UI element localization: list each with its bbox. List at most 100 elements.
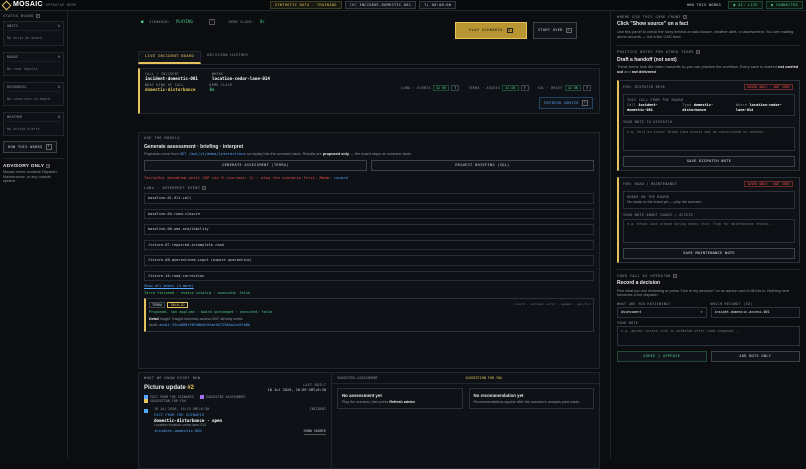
weather-empty: No active alerts xyxy=(7,124,60,133)
luna-help-icon: ? xyxy=(451,85,459,91)
maint-note-input[interactable] xyxy=(623,219,795,243)
play-key-icon: ▶ xyxy=(507,28,513,34)
beat-item[interactable]: fixture-08-quarantined-input (expect qua… xyxy=(144,255,594,265)
beat-item[interactable]: baseline-01-911-call xyxy=(144,193,594,203)
show-source-button[interactable]: SHOW SOURCE xyxy=(304,429,326,434)
picture-title: Picture update #2 xyxy=(144,385,194,393)
fact-source-type: FACT FROM THE SCENARIO xyxy=(154,413,326,417)
ai-live-badge: ● AI: LIVE xyxy=(728,1,763,9)
recommendation-text: Recommendations appear after the scenari… xyxy=(474,400,590,404)
dispatch-context-label: THIS CALL FROM THE BOARD xyxy=(627,98,791,102)
status-board-label: STATUS BOARD? xyxy=(3,14,64,18)
terra-count: 42 OK xyxy=(502,85,518,91)
result-card: TERRA INVALID record · outcome: error · … xyxy=(144,298,594,332)
dispatch-note-label: YOUR NOTE TO DISPATCH xyxy=(623,120,795,124)
practice-label: PRACTICE NOTES FOR OTHER TEAMS? xyxy=(617,50,800,54)
scenario-value: PLAYING xyxy=(176,19,193,24)
terra-label: TERRA · ASSESS xyxy=(468,86,500,90)
record-input[interactable]: insight-domestic-access-001 xyxy=(711,307,801,317)
maint-context-text: No roads on the board yet — play the sce… xyxy=(627,200,791,204)
dispatch-for: FOR: DISPATCH DESK xyxy=(623,85,665,89)
dispatch-form: FOR: DISPATCH DESK SAVED ONLY · NOT SENT… xyxy=(617,80,800,171)
beat-item[interactable]: baseline-06-wms-availability xyxy=(144,224,594,234)
beat-item[interactable]: fixture-10-road-correction xyxy=(144,271,594,281)
demo-clock-label: DEMO CLOCK: xyxy=(229,20,254,24)
call-value: incident-domestic-001 xyxy=(145,76,198,81)
beat-item[interactable]: fixture-07-repaired-incomplete-road xyxy=(144,240,594,250)
how-works-button[interactable]: HOW THIS WORKS? xyxy=(3,141,57,153)
terra-help-icon: ? xyxy=(521,85,529,91)
right-panel: WHERE DID THIS CORE FRONT? Click "Show s… xyxy=(610,11,806,458)
fact-kind: INCIDENT xyxy=(310,407,326,411)
maintenance-form: FOR: ROAD / MAINTENANCE SAVED ONLY · NOT… xyxy=(617,177,800,263)
units-count: 0 xyxy=(58,24,60,28)
fact-item: 18 Jul 2026, 16:15 GMT+6:30INCIDENT FACT… xyxy=(144,407,326,434)
practice-text: These forms look like intern handoffs so… xyxy=(617,65,800,75)
result-detail: Detail Insight "insight-domestic-access-… xyxy=(149,317,590,321)
decision-note-input[interactable] xyxy=(617,326,800,346)
mode-badge: SYNTHETIC DATA · TRAINING xyxy=(270,1,342,9)
brand: MOSAIC OPERATOR DEMO xyxy=(0,1,270,10)
fact-location: Location location-cedar-lane-014 xyxy=(154,423,326,427)
assessment-card: No assessment yet Play the scenario, the… xyxy=(337,388,463,409)
luna-count: 42 OK xyxy=(433,85,449,91)
start-over-button[interactable]: START OVER↺ xyxy=(533,22,577,39)
play-scenario-button[interactable]: PLAY SCENARIO▶ xyxy=(455,22,527,39)
ask-description: Payloads come from GET /api/v1/demo/inte… xyxy=(144,152,594,157)
resources-panel: RESOURCES0 No resources on board xyxy=(3,82,64,106)
assessment-title: No assessment yet xyxy=(342,393,458,399)
help-icon: ? xyxy=(683,15,687,19)
scenario-label: SCENARIO: xyxy=(149,20,170,24)
decision-title: Record a decision xyxy=(617,280,800,286)
fact-incident-link[interactable]: incident-domestic-001 xyxy=(154,429,202,434)
clock-badge: T+ 00:08:00 xyxy=(419,1,456,9)
resources-count: 0 xyxy=(58,85,60,89)
brand-name: MOSAIC xyxy=(13,1,43,10)
tab-decision-history[interactable]: DECISION HISTORY xyxy=(201,51,254,64)
brand-subtitle: OPERATOR DEMO xyxy=(46,3,76,7)
maint-context: ROADS ON THE BOARD No roads on the board… xyxy=(623,191,795,209)
result-model-tag: TERRA xyxy=(149,302,165,308)
roads-title: ROADS xyxy=(7,55,18,59)
result-meta: record · outcome: error · appeal · gen-0… xyxy=(514,303,590,307)
advisory-text: Mosaic never contacts Dispatch, Maintena… xyxy=(3,170,64,184)
show-all-beats-link[interactable]: Show all beats (4 more) xyxy=(144,284,594,288)
picture-section: WHAT WE KNOW RIGHT NOW Picture update #2… xyxy=(138,372,600,469)
help-icon: ? xyxy=(209,19,215,25)
dispatch-note-input[interactable] xyxy=(623,127,795,151)
tab-live-incident-board[interactable]: LIVE INCIDENT BOARD xyxy=(138,51,201,64)
generate-assessment-button[interactable]: GENERATE ASSESSMENT (TERRA) xyxy=(144,160,367,170)
units-title: UNITS xyxy=(7,24,18,28)
how-works-link[interactable]: HOW THIS WORKS xyxy=(683,2,726,8)
dispatch-saved-badge: SAVED ONLY · NOT SENT xyxy=(744,84,793,90)
model-status: LUNA · EVENTS 42 OK? TERRA · ASSESS 42 O… xyxy=(401,85,593,91)
beat-item[interactable]: baseline-04-road-closure xyxy=(144,209,594,219)
main-column: ■ SCENARIO: PLAYING ? DEMO CLOCK: 8s PLA… xyxy=(135,11,603,458)
dispatch-context: THIS CALL FROM THE BOARD Call incident-d… xyxy=(623,94,795,116)
request-briefing-button[interactable]: REQUEST BRIEFING (SOL) xyxy=(371,160,594,170)
help-icon: ? xyxy=(36,14,40,18)
status-dot-icon: ■ xyxy=(141,19,143,24)
add-note-only-button[interactable]: ADD NOTE ONLY xyxy=(711,351,801,361)
for-you-header: SUGGESTION FOR YOU xyxy=(466,376,595,380)
legend: FACT FROM THE SCENARIO SUGGESTED ASSESSM… xyxy=(144,395,326,403)
sol-label: SOL · BRIEF xyxy=(538,86,563,90)
agree-approve-button[interactable]: AGREE / APPROVE xyxy=(617,351,707,361)
advisory-title: ADVISORY ONLY? xyxy=(3,163,64,169)
connected-dot-icon: ● xyxy=(771,3,773,7)
maint-saved-badge: SAVED ONLY · NOT SENT xyxy=(744,181,793,187)
ask-models-section: ASK THE MODELS Generate assessment · bri… xyxy=(138,132,600,369)
reviewing-select[interactable]: Assessment▾ xyxy=(617,307,707,317)
ask-label: ASK THE MODELS xyxy=(144,136,594,140)
refresh-advice-button[interactable]: REFRESH ADVICE↻ xyxy=(539,97,593,109)
call-type-value: domestic-disturbance xyxy=(145,87,195,92)
record-label: WHICH RECORD? (ID) xyxy=(711,302,801,306)
keyboard-icon: ? xyxy=(46,144,52,150)
save-dispatch-note-button[interactable]: SAVE DISPATCH NOTE xyxy=(623,156,795,166)
recommendation-card: No recommendation yet Recommendations ap… xyxy=(469,388,595,409)
scenario-status: ■ SCENARIO: PLAYING ? DEMO CLOCK: 8s xyxy=(141,19,265,25)
save-maintenance-note-button[interactable]: SAVE MAINTENANCE NOTE xyxy=(623,248,795,258)
mosaic-logo-icon xyxy=(2,0,12,10)
units-empty: No units on board xyxy=(7,33,60,42)
help-icon: ? xyxy=(673,274,677,278)
